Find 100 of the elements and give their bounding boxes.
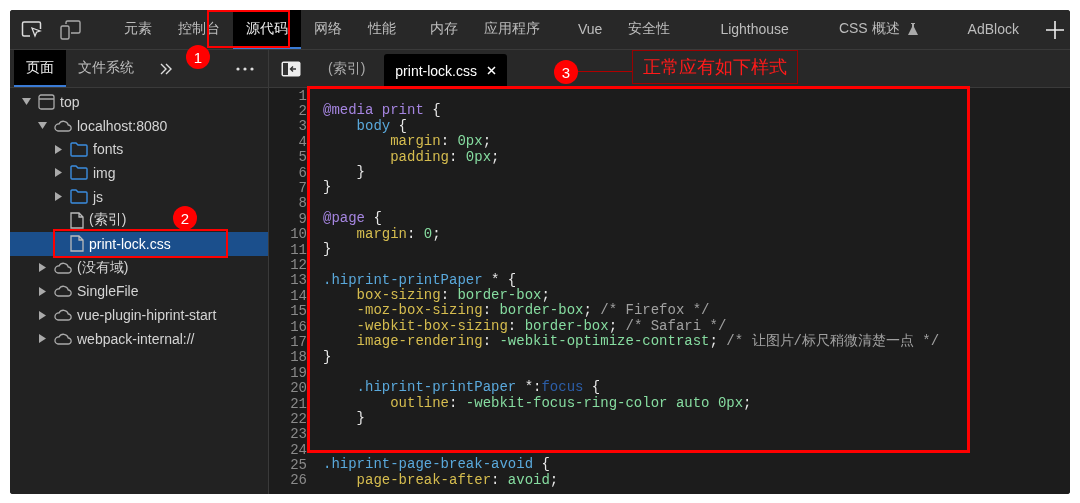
code-line: .hiprint-printPaper * {: [323, 272, 517, 288]
triangle-right-icon[interactable]: [54, 168, 63, 178]
line-number: 21: [289, 395, 308, 412]
code-line: }: [323, 349, 332, 366]
code-line: -moz-box-sizing: border-box; /* Firefox */: [355, 303, 710, 319]
chevron-double-icon[interactable]: [160, 62, 172, 75]
panel-tab[interactable]: AdBlock: [954, 10, 1032, 49]
code-line: .hiprint-printPaper *:focus {: [355, 380, 601, 396]
cloud-icon: [54, 285, 72, 298]
code-line: padding: 0px;: [389, 149, 500, 165]
code-line: }: [323, 241, 332, 258]
cloud-icon: [54, 119, 72, 132]
line-number: 13: [289, 272, 308, 289]
triangle-right-icon[interactable]: [38, 286, 47, 296]
tree-item[interactable]: img: [10, 161, 122, 185]
line-number: 5: [297, 149, 308, 166]
code-line: margin: 0;: [355, 226, 441, 242]
code-line: }: [355, 411, 365, 427]
line-number: 17: [289, 333, 308, 350]
file-tab[interactable]: (索引): [317, 53, 377, 84]
code-line: }: [355, 164, 365, 181]
leader-line: [578, 71, 632, 72]
line-number: 20: [289, 380, 308, 397]
tree-item[interactable]: SingleFile: [10, 279, 145, 304]
code-line: outline: -webkit-focus-ring-color auto 0px;: [389, 395, 752, 412]
code-line: box-sizing: border-box;: [355, 288, 550, 304]
code-line: -webkit-box-sizing: border-box; /* Safari */: [355, 318, 727, 334]
line-number: 8: [297, 195, 308, 212]
code-line: @page {: [323, 211, 382, 227]
folder-icon: [70, 189, 88, 205]
triangle-right-icon[interactable]: [38, 334, 47, 344]
tree-item[interactable]: (没有域): [10, 255, 135, 280]
line-number: 3: [297, 118, 308, 135]
line-number: 10: [289, 226, 308, 243]
line-number: 24: [289, 441, 308, 458]
line-number: 6: [297, 164, 308, 181]
cloud-icon: [54, 332, 72, 345]
line-number: 9: [297, 210, 308, 227]
tree-item[interactable]: (索引): [10, 208, 133, 233]
navigator-tab[interactable]: 文件系统: [66, 50, 146, 87]
code-line: .hiprint-page-break-avoid {: [323, 457, 550, 473]
triangle-right-icon[interactable]: [38, 310, 47, 320]
line-number: 4: [297, 133, 308, 150]
code-line: }: [323, 180, 332, 196]
line-number: 23: [289, 426, 308, 443]
device-icon[interactable]: [59, 19, 81, 40]
line-number: 14: [289, 287, 308, 304]
plus-icon[interactable]: [1045, 20, 1064, 39]
tree-item[interactable]: localhost:8080: [10, 113, 174, 138]
line-number: 11: [289, 241, 308, 258]
panel-tab[interactable]: Vue: [565, 10, 616, 49]
line-number: 12: [289, 257, 308, 273]
triangle-right-icon[interactable]: [54, 192, 63, 202]
tree-item[interactable]: fonts: [10, 137, 130, 162]
tree-item[interactable]: top: [10, 90, 86, 114]
triangle-down-icon[interactable]: [38, 121, 47, 131]
code-line: @media print {: [323, 103, 441, 119]
file-tab[interactable]: print-lock.css: [384, 53, 507, 88]
line-number: 18: [289, 349, 308, 366]
cloud-icon: [54, 261, 72, 274]
code-line: margin: 0px;: [389, 134, 492, 150]
panel-tab[interactable]: CSS 概述: [825, 10, 931, 49]
callout-label: 正常应有如下样式: [632, 50, 798, 84]
tree-item[interactable]: print-lock.css: [10, 232, 177, 256]
close-icon[interactable]: [487, 66, 496, 75]
line-number: 25: [289, 457, 308, 474]
panel-tab[interactable]: Lighthouse: [707, 10, 802, 49]
line-number: 1: [297, 88, 308, 104]
panel-tab[interactable]: 性能: [355, 10, 409, 49]
line-number: 15: [289, 303, 308, 320]
line-number: 2: [297, 103, 308, 120]
inspect-icon[interactable]: [21, 20, 43, 39]
code-line: page-break-after: avoid;: [355, 472, 559, 489]
panel-tab[interactable]: 安全性: [615, 10, 684, 49]
line-number: 16: [289, 318, 308, 335]
triangle-right-icon[interactable]: [38, 263, 47, 273]
panel-tab[interactable]: 网络: [301, 10, 355, 49]
file-icon: [70, 211, 84, 229]
cloud-icon: [54, 309, 72, 322]
file-icon: [70, 235, 84, 253]
panel-tab[interactable]: 内存: [417, 10, 471, 49]
tree-item[interactable]: js: [10, 184, 110, 209]
navigator-tab[interactable]: 页面: [14, 50, 66, 87]
folder-icon: [70, 165, 88, 181]
code-line: body {: [355, 118, 408, 134]
frame-icon: [38, 93, 55, 110]
tree-item[interactable]: webpack-internal://: [10, 326, 201, 351]
triangle-down-icon[interactable]: [22, 97, 31, 107]
line-number: 7: [297, 180, 308, 197]
sidebar-toggle-icon[interactable]: [281, 60, 301, 77]
more-icon[interactable]: [236, 66, 254, 71]
tree-item[interactable]: vue-plugin-hiprint-start: [10, 303, 223, 327]
panel-tab[interactable]: 应用程序: [471, 10, 553, 49]
line-number: 19: [289, 364, 308, 381]
panel-tab[interactable]: 元素: [111, 10, 165, 49]
line-number: 22: [289, 410, 308, 427]
folder-icon: [70, 141, 88, 157]
code-line: image-rendering: -webkit-optimize-contrast; /* 让图片/标尺稍微清楚一点 */: [355, 334, 940, 350]
triangle-right-icon[interactable]: [54, 144, 63, 154]
line-number: 26: [289, 472, 308, 489]
